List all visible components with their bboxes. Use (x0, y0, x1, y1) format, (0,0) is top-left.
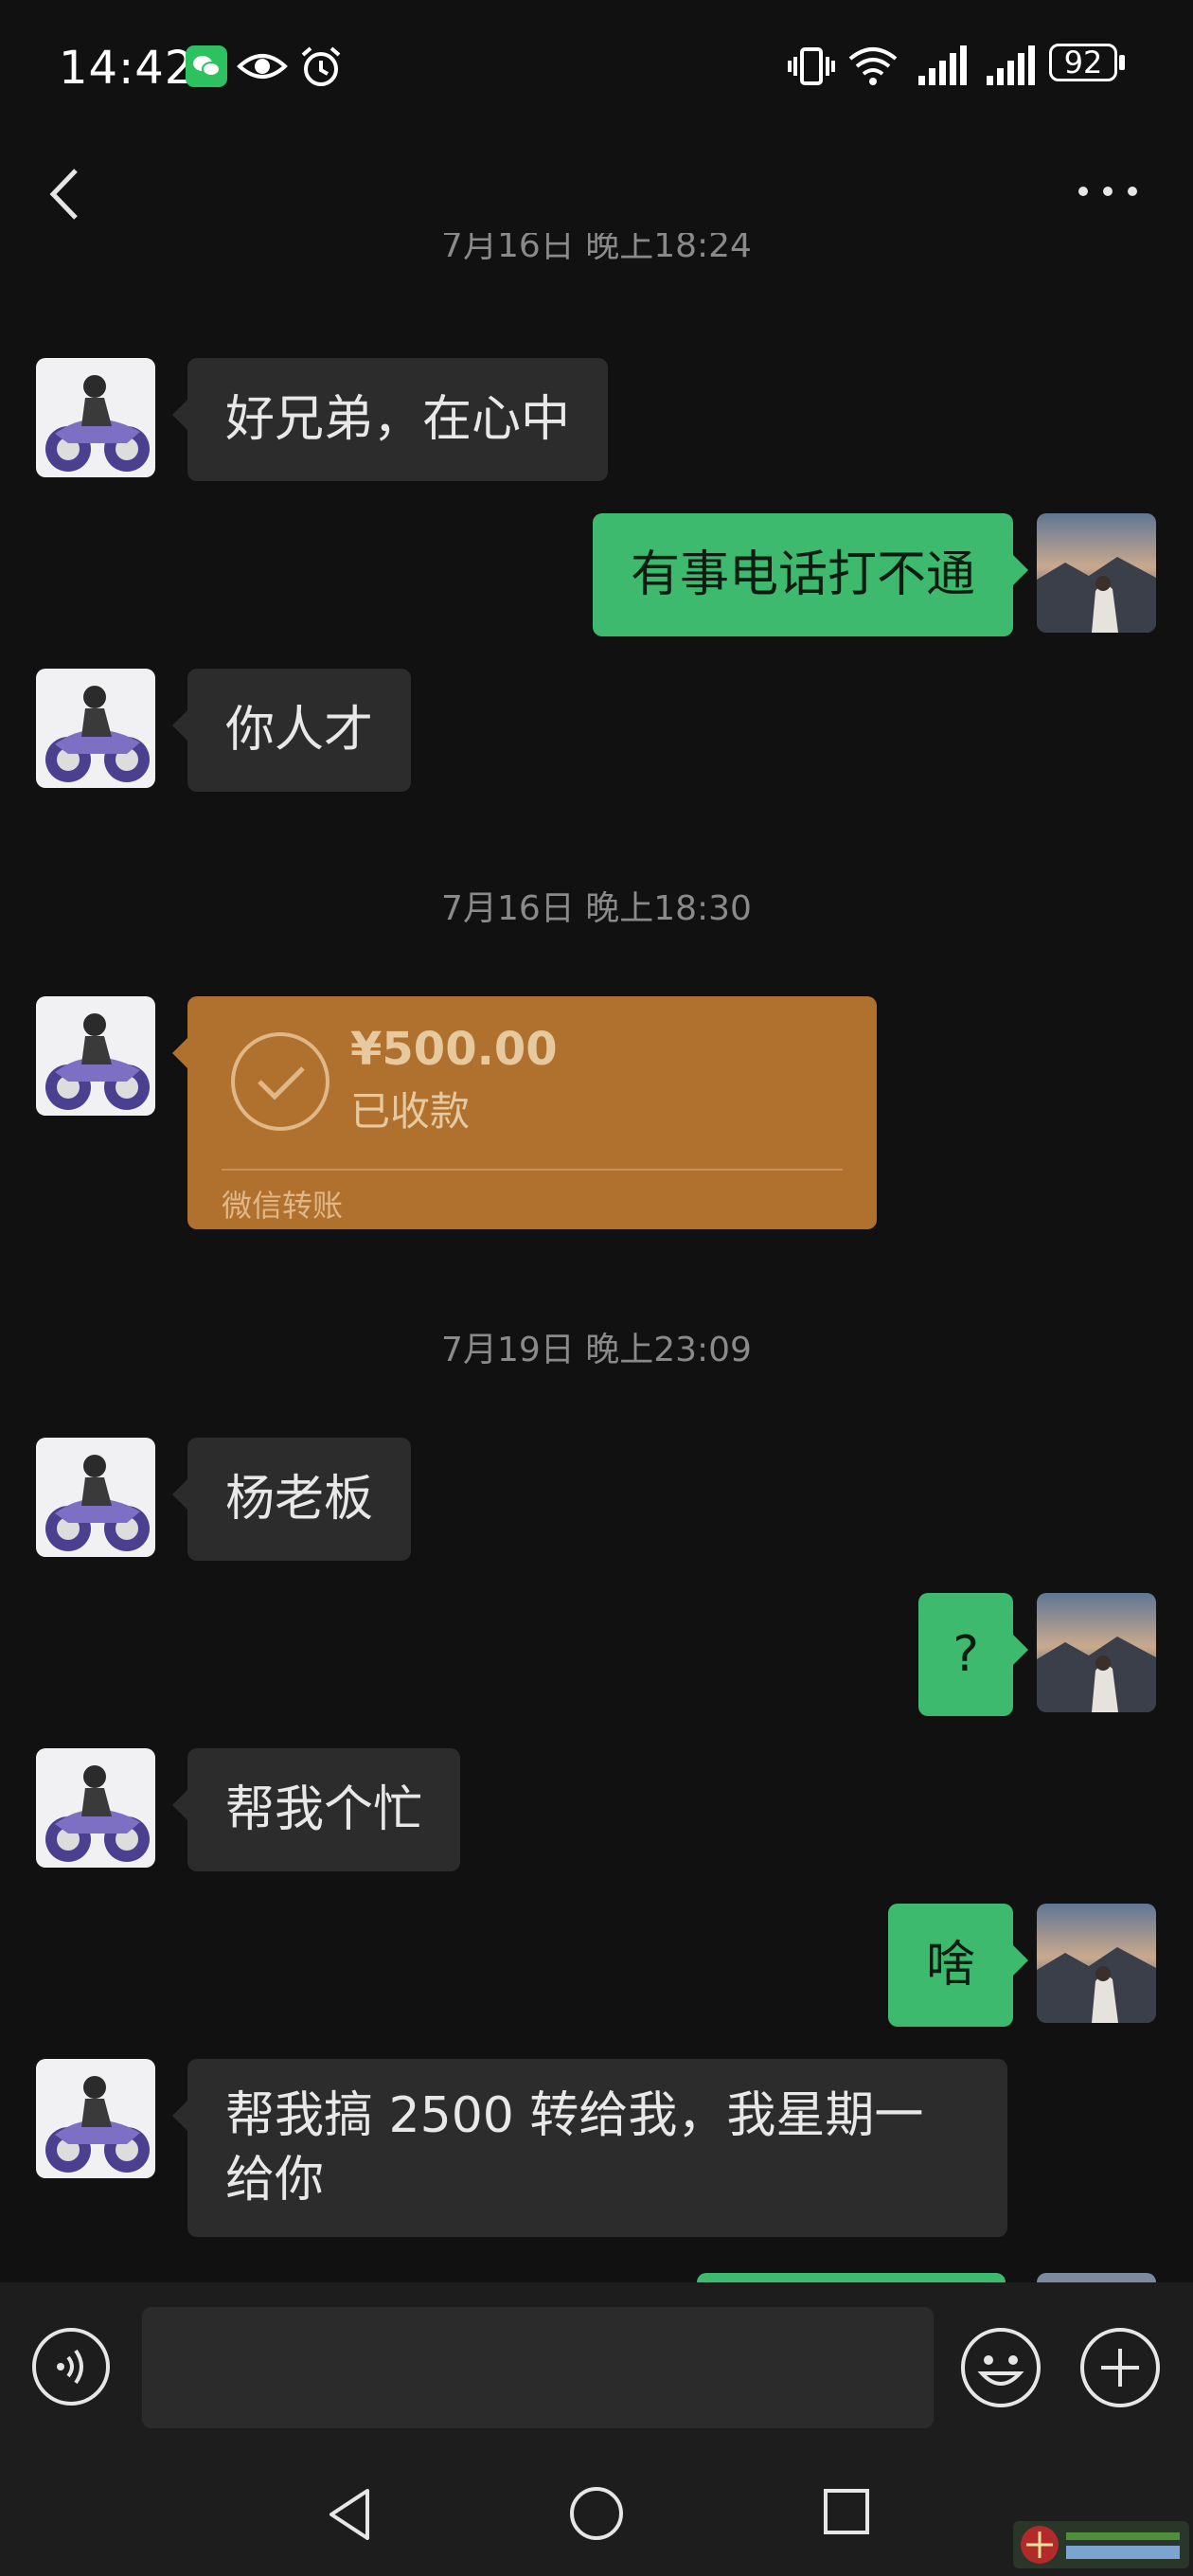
my-avatar (1037, 2273, 1156, 2282)
vibrate-icon (788, 47, 835, 85)
nav-recent-icon[interactable] (818, 2483, 875, 2540)
message-bubble-incoming[interactable]: 你人才 (171, 669, 412, 792)
plus-icon[interactable] (1078, 2326, 1162, 2409)
contact-avatar[interactable] (36, 996, 155, 1116)
signal-icon (987, 45, 1035, 85)
contact-avatar[interactable] (36, 1748, 155, 1868)
contact-avatar[interactable] (36, 358, 155, 477)
message-bubble-incoming[interactable]: 帮我搞 2500 转给我，我星期一给你 (172, 2059, 1007, 2237)
message-bubble-outgoing[interactable]: ? (918, 1593, 1028, 1716)
more-dots-icon[interactable] (1070, 172, 1146, 210)
status-time: 14:42 (59, 42, 195, 95)
voice-icon[interactable] (30, 2326, 112, 2407)
my-avatar[interactable] (1037, 1904, 1156, 2023)
message-bubble-outgoing[interactable]: 啥 (887, 1904, 1029, 2027)
message-bubble-outgoing[interactable]: 有事电话打不通 (592, 513, 1029, 636)
transfer-card[interactable]: ¥500.00 已收款 微信转账 (172, 996, 877, 1229)
alarm-icon (301, 46, 341, 86)
message-input[interactable] (142, 2307, 934, 2428)
message-bubble-incoming[interactable]: 帮我个忙 (171, 1748, 461, 1871)
back-chevron-icon[interactable] (38, 161, 95, 227)
system-nav-bar (0, 2453, 1193, 2576)
watermark-logo (1013, 2521, 1189, 2568)
emoji-icon[interactable] (959, 2326, 1042, 2409)
contact-avatar[interactable] (36, 669, 155, 788)
nav-home-icon[interactable] (564, 2481, 629, 2546)
received-check-icon (231, 1032, 329, 1131)
status-bar: 14:42 92 (0, 0, 1193, 133)
wechat-notification-icon (186, 45, 227, 87)
message-bubble-incoming[interactable]: 杨老板 (171, 1438, 412, 1561)
transfer-caption: 微信转账 (222, 1188, 344, 1224)
timestamp: 7月16日 晚上18:30 (441, 889, 752, 928)
transfer-divider (222, 1169, 843, 1171)
contact-avatar[interactable] (36, 1438, 155, 1557)
my-avatar[interactable] (1037, 513, 1156, 633)
battery-icon: 92 (1049, 44, 1125, 85)
message-bubble-incoming[interactable]: 好兄弟，在心中 (171, 358, 609, 481)
message-bubble-outgoing (697, 2273, 1006, 2282)
wifi-icon (848, 47, 898, 85)
nav-back-icon[interactable] (322, 2481, 379, 2548)
battery-level: 92 (1063, 45, 1103, 80)
eye-icon (237, 54, 288, 79)
contact-avatar[interactable] (36, 2059, 155, 2178)
signal-icon (918, 45, 967, 85)
transfer-status: 已收款 (350, 1088, 471, 1135)
input-bar (0, 2282, 1193, 2453)
transfer-amount: ¥500.00 (350, 1023, 558, 1076)
my-avatar[interactable] (1037, 1593, 1156, 1712)
timestamp: 7月16日 晚上18:24 (441, 233, 752, 265)
timestamp: 7月19日 晚上23:09 (441, 1331, 752, 1369)
